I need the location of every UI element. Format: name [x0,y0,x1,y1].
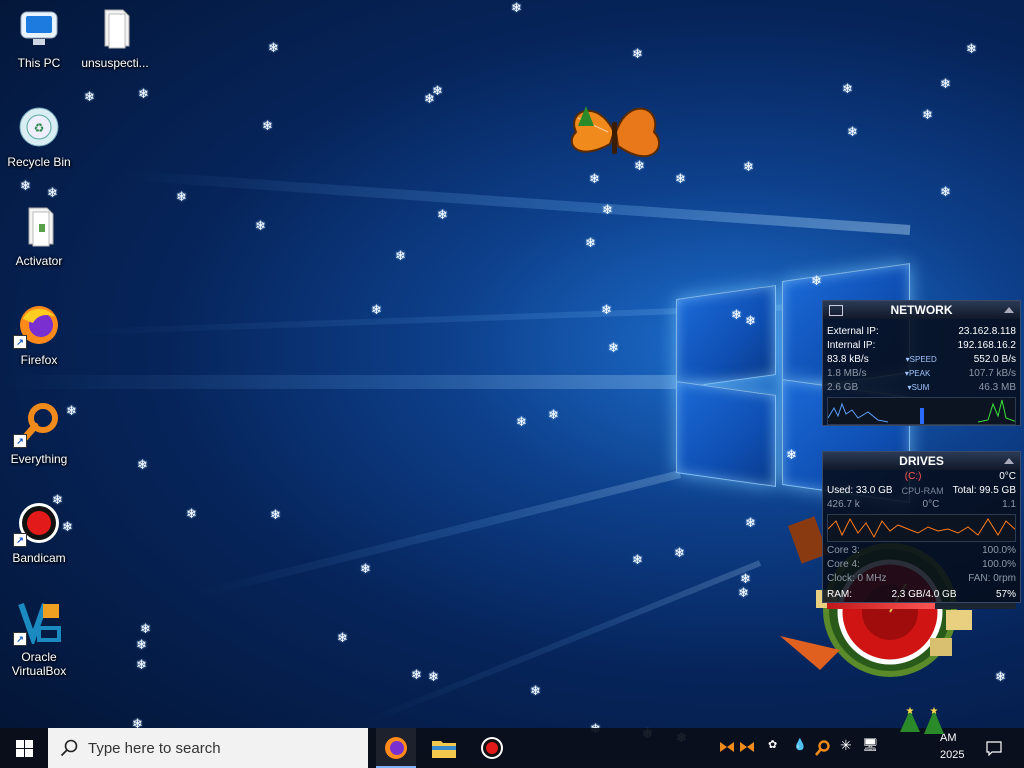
search-box[interactable]: Type here to search [48,728,368,768]
collapse-arrow-icon[interactable] [1004,458,1014,464]
file-icon [17,204,61,248]
water-drop-icon[interactable]: 💧 [793,738,807,751]
windows-logo-icon [16,740,33,757]
butterfly-tray-icon[interactable] [718,740,758,754]
drive-read-rate: 426.7 k [827,499,860,510]
desktop-icon-unsuspecti[interactable]: unsuspecti... [78,6,152,70]
display-tray-icon[interactable]: 🖥 [862,737,879,753]
drive-letter: (C:) [904,471,922,482]
sum-label: ▾SUM [907,383,930,392]
network-traffic-graph [827,397,1016,425]
search-placeholder: Type here to search [88,740,221,757]
desktop-icon-this-pc[interactable]: This PC [2,6,76,70]
file-icon [93,6,137,50]
desktop-icon-recycle-bin[interactable]: ♻ Recycle Bin [2,105,76,169]
everything-tray-icon[interactable] [814,740,830,756]
drive-read-temp: 0°C [922,499,940,510]
shortcut-arrow-icon: ↗ [13,533,27,547]
desktop-icon-bandicam[interactable]: ↗ Bandicam [2,501,76,565]
notification-center-icon[interactable] [986,740,1002,756]
desktop-icon-label: unsuspecti... [81,56,149,70]
taskbar-app-firefox[interactable] [376,728,416,768]
drive-temp: 0°C [999,471,1016,482]
shortcut-arrow-icon: ↗ [13,632,27,646]
network-tray-icon[interactable]: ✳ [840,737,852,754]
drive-total: Total: 99.5 GB [952,485,1016,496]
desktop-icon-everything[interactable]: ↗ Everything [2,402,76,466]
widget-title: DRIVES [899,454,944,468]
internal-ip-value: 192.168.16.2 [957,340,1016,351]
speed-down: 83.8 kB/s [827,354,869,365]
windows-logo-pane [676,284,776,390]
internal-ip-label: Internal IP: [827,340,876,351]
firefox-icon: ↗ [13,303,61,349]
virtualbox-icon: ↗ [13,600,61,648]
collapse-arrow-icon[interactable] [1004,307,1014,313]
taskbar: Type here to search ✿ 💧 ✳ 🖥 AM 2025 ★ ★ [0,706,1024,768]
widget-title: NETWORK [890,303,953,317]
desktop-icon-virtualbox[interactable]: ↗ Oracle VirtualBox [2,600,76,678]
christmas-tree-icon: ★ ★ [900,706,944,734]
clock-label: Clock: 0 MHz [827,573,887,584]
sum-up: 46.3 MB [978,382,1016,393]
folder-icon [432,741,456,758]
desktop-icon-activator[interactable]: Activator [2,204,76,268]
search-icon [60,739,78,757]
bandicam-record-icon [481,737,503,759]
cpu-ram-overlay-label: CPU-RAM [901,486,944,496]
shortcut-arrow-icon: ↗ [13,434,27,448]
butterfly-icon [570,106,660,158]
core3-label: Core 3: [827,545,860,556]
everything-search-icon: ↗ [13,402,61,448]
ram-usage-bar [827,603,1016,609]
desktop-icon-label: Activator [15,254,63,268]
svg-text:★: ★ [930,706,939,717]
shortcut-arrow-icon: ↗ [13,335,27,349]
desktop-icon-label: Bandicam [12,551,66,565]
network-widget[interactable]: NETWORK External IP: 23.162.8.118 Interna… [822,300,1021,426]
fan-label: FAN: 0rpm [968,573,1016,584]
desktop-icon-label: Recycle Bin [7,155,71,169]
windows-logo-pane [676,380,776,488]
start-button[interactable] [0,728,48,768]
taskbar-app-bandicam[interactable] [472,728,512,768]
widget-header[interactable]: NETWORK [823,301,1020,319]
peak-up: 107.7 kB/s [968,368,1016,379]
firefox-icon [385,737,407,759]
desktop-icon-firefox[interactable]: ↗ Firefox [2,303,76,367]
monitor-icon [829,305,843,316]
peak-label: ▾PEAK [904,369,931,378]
drive-used: Used: 33.0 GB [827,485,893,496]
ram-percent: 57% [995,589,1016,600]
desktop-icon-label: Everything [10,452,68,466]
core3-value: 100.0% [982,545,1016,556]
ram-usage-fill [827,603,935,609]
desktop-icon-label: Firefox [20,353,58,367]
sum-down: 2.6 GB [827,382,859,393]
core4-label: Core 4: [827,559,860,570]
desktop-icon-label: This PC [17,56,61,70]
widget-header[interactable]: DRIVES [823,452,1020,470]
svg-text:♻: ♻ [34,121,45,135]
core4-value: 100.0% [982,559,1016,570]
ram-value: 2.3 GB/4.0 GB [891,589,957,600]
taskbar-app-file-explorer[interactable] [424,728,464,768]
speed-label: ▾SPEED [905,355,937,364]
wreath-tray-icon[interactable]: ✿ [768,738,777,751]
ram-label: RAM: [827,589,852,600]
drive-write-rate: 1.1 [1002,499,1016,510]
bandicam-record-icon: ↗ [13,501,61,547]
drive-activity-graph [827,514,1016,542]
speed-up: 552.0 B/s [973,354,1016,365]
peak-down: 1.8 MB/s [827,368,867,379]
external-ip-label: External IP: [827,326,879,337]
svg-text:★: ★ [906,706,915,717]
drives-widget[interactable]: DRIVES (C:) 0°C Used: 33.0 GB CPU-RAM Total… [822,451,1021,609]
computer-icon [17,6,61,50]
external-ip-value: 23.162.8.118 [958,326,1016,337]
desktop-icon-label: Oracle VirtualBox [11,650,67,678]
recycle-bin-icon: ♻ [17,105,61,149]
